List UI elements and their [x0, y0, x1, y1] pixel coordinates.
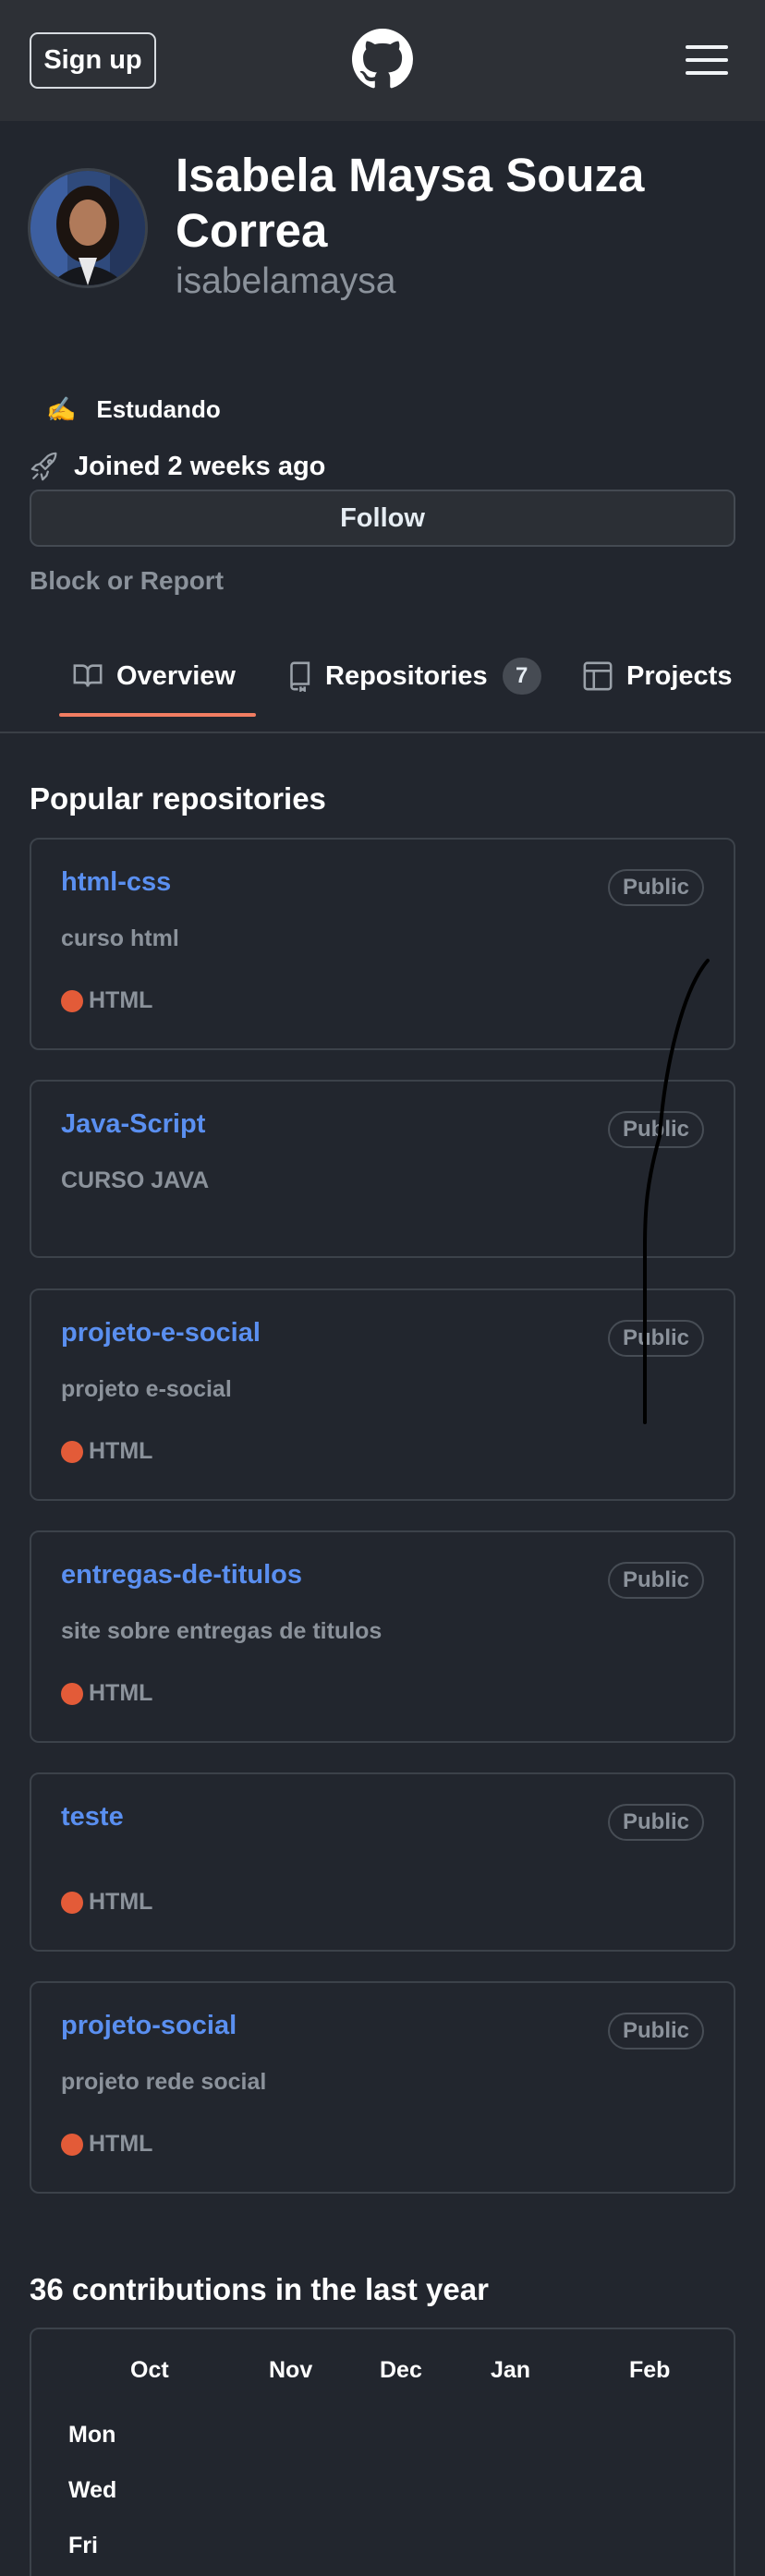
- language-color-dot: [61, 2133, 83, 2156]
- month-label: Oct: [130, 2357, 169, 2383]
- repo-description: site sobre entregas de titulos: [61, 1618, 382, 1644]
- language-name: HTML: [89, 1889, 153, 1915]
- writing-hand-emoji: ✍️: [46, 395, 77, 423]
- selected-tab-underline: [59, 713, 256, 717]
- repo-card: teste Public HTML: [30, 1772, 735, 1952]
- repo-description: curso html: [61, 925, 179, 951]
- profile-tabs: Overview Repositories 7 Projects: [0, 637, 765, 733]
- tab-repositories[interactable]: Repositories 7: [286, 656, 541, 696]
- month-label: Jan: [491, 2357, 531, 2383]
- tab-projects-label: Projects: [626, 660, 733, 691]
- book-icon: [73, 664, 103, 687]
- tab-repositories-label: Repositories: [325, 660, 488, 691]
- month-label: Feb: [629, 2357, 671, 2383]
- visibility-badge: Public: [607, 869, 704, 906]
- repo-card: projeto-social Public projeto rede socia…: [30, 1981, 735, 2194]
- repo-language: HTML: [61, 1438, 152, 1465]
- github-octocat-icon[interactable]: [352, 29, 413, 90]
- repo-name-link[interactable]: html-css: [61, 867, 171, 898]
- repo-icon: [290, 661, 310, 692]
- repo-language: HTML: [61, 1889, 152, 1916]
- repo-language: HTML: [61, 2131, 152, 2158]
- language-color-dot: [61, 1440, 83, 1463]
- contribution-graph: Oct Nov Dec Jan Feb Mon Wed Fri: [30, 2328, 735, 2576]
- hand-drawn-annotation-stroke: [643, 959, 710, 1424]
- joined-info: Joined 2 weeks ago: [30, 451, 325, 482]
- sign-up-button[interactable]: Sign up: [30, 32, 156, 89]
- top-navigation-bar: Sign up: [0, 0, 765, 121]
- language-color-dot: [61, 1891, 83, 1914]
- language-color-dot: [61, 989, 83, 1012]
- language-name: HTML: [89, 987, 153, 1013]
- repo-name-link[interactable]: teste: [61, 1802, 124, 1832]
- repo-card: entregas-de-titulos Public site sobre en…: [30, 1530, 735, 1743]
- repo-description: projeto rede social: [61, 2069, 267, 2095]
- month-label: Dec: [380, 2357, 422, 2383]
- profile-full-name: Isabela Maysa Souza Correa: [176, 149, 645, 257]
- avatar[interactable]: [28, 168, 148, 288]
- joined-text: Joined 2 weeks ago: [74, 451, 326, 481]
- repo-language: HTML: [61, 987, 152, 1014]
- weekday-label: Fri: [68, 2533, 98, 2558]
- rocket-icon: [30, 452, 57, 481]
- popular-repositories-heading: Popular repositories: [30, 781, 326, 816]
- language-color-dot: [61, 1682, 83, 1705]
- month-label: Nov: [269, 2357, 313, 2383]
- table-icon: [583, 661, 613, 691]
- tab-overview[interactable]: Overview: [72, 656, 236, 696]
- language-name: HTML: [89, 2131, 153, 2157]
- visibility-badge: Public: [607, 1804, 704, 1841]
- repo-name-link[interactable]: entregas-de-titulos: [61, 1560, 302, 1590]
- language-name: HTML: [89, 1438, 153, 1464]
- profile-username: isabelamaysa: [176, 261, 396, 301]
- repo-description: projeto e-social: [61, 1376, 232, 1402]
- visibility-badge: Public: [607, 2013, 704, 2050]
- block-or-report-link[interactable]: Block or Report: [30, 566, 224, 596]
- status-text: Estudando: [96, 395, 221, 423]
- repo-language: HTML: [61, 1680, 152, 1707]
- repo-name-link[interactable]: projeto-e-social: [61, 1318, 261, 1348]
- language-name: HTML: [89, 1680, 153, 1706]
- weekday-label: Mon: [68, 2422, 116, 2448]
- visibility-badge: Public: [607, 1562, 704, 1599]
- tab-overview-label: Overview: [116, 660, 236, 691]
- contributions-heading: 36 contributions in the last year: [30, 2272, 489, 2306]
- tab-projects[interactable]: Projects: [582, 656, 732, 696]
- follow-button[interactable]: Follow: [30, 490, 735, 547]
- weekday-label: Wed: [68, 2477, 117, 2503]
- repositories-count-badge: 7: [502, 658, 541, 695]
- hamburger-menu-icon[interactable]: [686, 45, 728, 75]
- repo-name-link[interactable]: Java-Script: [61, 1109, 205, 1140]
- repo-description: CURSO JAVA: [61, 1167, 210, 1193]
- repo-name-link[interactable]: projeto-social: [61, 2011, 237, 2041]
- user-status[interactable]: ✍️ Estudando: [46, 395, 221, 424]
